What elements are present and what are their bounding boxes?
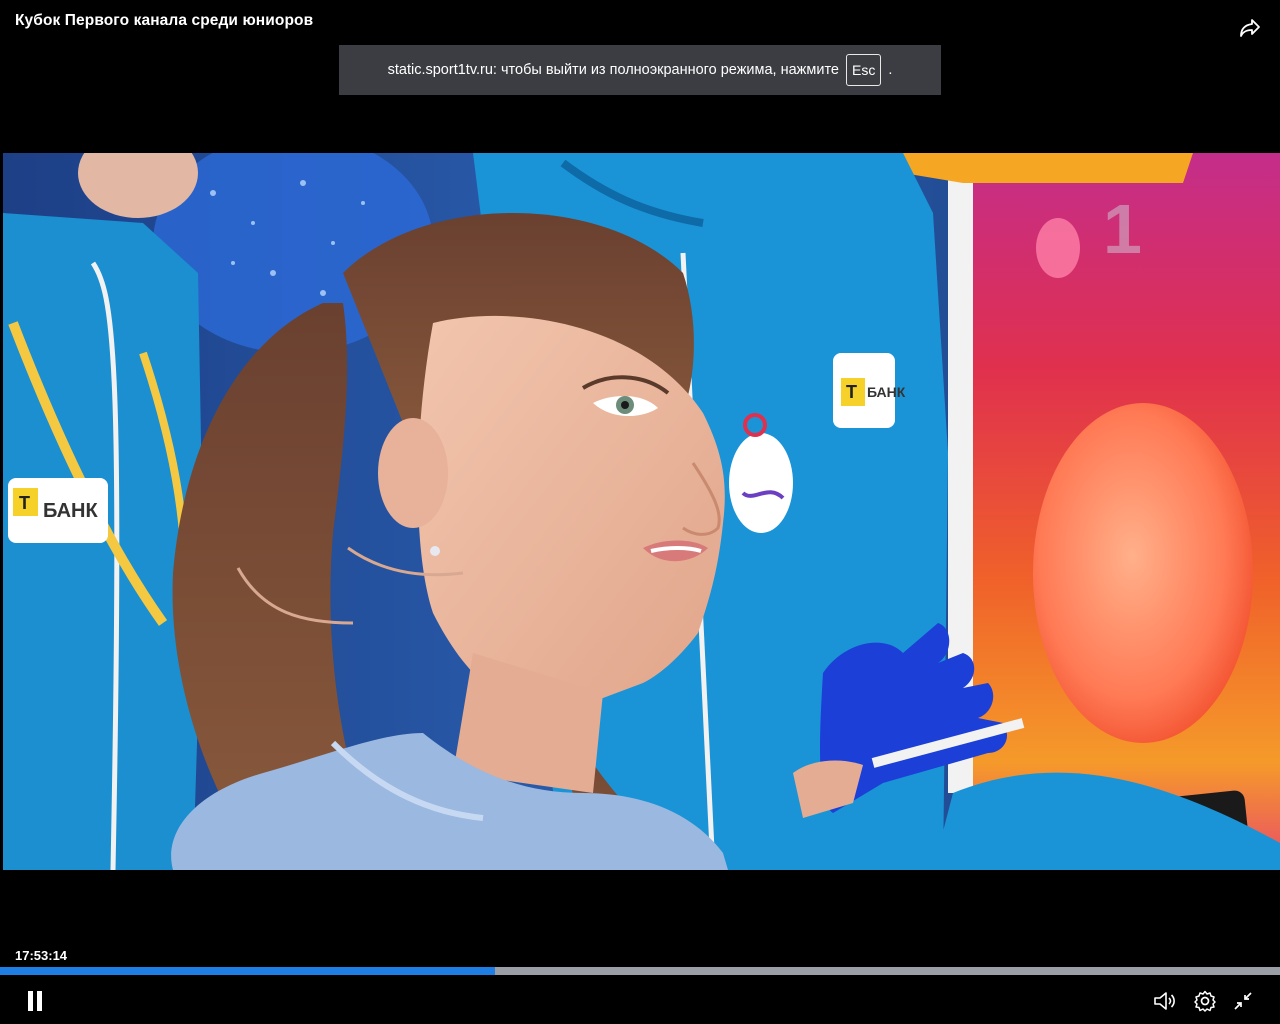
- volume-icon: [1154, 992, 1175, 1010]
- video-title: Кубок Первого канала среди юниоров: [15, 12, 314, 29]
- fullscreen-exit-notice: static.sport1tv.ru: чтобы выйти из полно…: [339, 45, 941, 95]
- progress-bar[interactable]: [0, 967, 1280, 975]
- share-button[interactable]: [1236, 14, 1264, 42]
- volume-button[interactable]: [1150, 986, 1180, 1016]
- settings-icon: [1194, 990, 1216, 1012]
- progress-fill: [0, 967, 496, 975]
- sponsor-letter-right: Т: [846, 382, 857, 402]
- exit-fullscreen-button[interactable]: [1228, 986, 1258, 1016]
- notice-text: static.sport1tv.ru: чтобы выйти из полно…: [387, 62, 839, 78]
- exit-fullscreen-icon: [1234, 992, 1252, 1010]
- video-frame[interactable]: 1 Т БАНК Т БАНК: [3, 153, 1280, 870]
- channel-logo: 1: [1103, 190, 1142, 268]
- timecode: 17:53:14: [15, 948, 68, 963]
- pause-button[interactable]: [20, 986, 50, 1016]
- sponsor-logo-right: БАНК: [867, 384, 906, 400]
- video-scene: 1 Т БАНК Т БАНК: [3, 153, 1280, 870]
- sponsor-letter-left: Т: [19, 493, 30, 513]
- share-icon: [1240, 19, 1260, 37]
- esc-key-badge: Esc: [845, 54, 882, 86]
- sponsor-logo-left: БАНК: [43, 500, 99, 522]
- settings-button[interactable]: [1190, 986, 1220, 1016]
- pause-icon: [28, 991, 42, 1011]
- notice-period: .: [888, 62, 893, 78]
